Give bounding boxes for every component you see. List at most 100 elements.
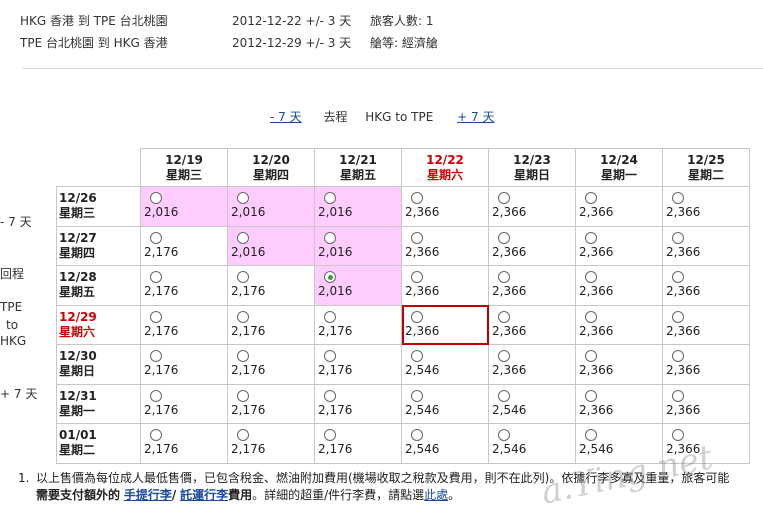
fare-cell[interactable]: 2,366: [575, 304, 663, 345]
fare-cell[interactable]: 2,176: [140, 383, 228, 424]
fare-cell[interactable]: 2,546: [488, 423, 576, 464]
fare-cell[interactable]: 2,176: [140, 304, 228, 345]
fare-radio[interactable]: [237, 231, 249, 244]
fare-radio[interactable]: [672, 192, 684, 204]
fare-cell[interactable]: 2,366: [662, 265, 750, 306]
fare-cell[interactable]: 2,176: [140, 225, 228, 266]
baggage-fee-here-link[interactable]: 此處: [424, 488, 448, 502]
outbound-prev-week-link[interactable]: - 7 天: [270, 110, 302, 124]
fare-radio[interactable]: [324, 350, 336, 362]
fare-cell[interactable]: 2,366: [662, 304, 750, 345]
fare-radio[interactable]: [411, 350, 423, 362]
fare-cell[interactable]: 2,176: [227, 423, 315, 464]
fare-cell[interactable]: 2,176: [140, 265, 228, 306]
fare-radio[interactable]: [324, 310, 336, 323]
fare-cell[interactable]: 2,366: [662, 225, 750, 266]
fare-radio[interactable]: [585, 231, 597, 244]
fare-cell[interactable]: 2,546: [488, 383, 576, 424]
fare-cell[interactable]: 2,016: [140, 186, 228, 227]
fare-cell[interactable]: 2,546: [401, 383, 489, 424]
outbound-next-week-link[interactable]: + 7 天: [457, 110, 494, 124]
fare-radio[interactable]: [324, 429, 336, 441]
fare-cell[interactable]: 2,366: [488, 344, 576, 385]
fare-cell[interactable]: 2,366: [488, 186, 576, 227]
fare-radio[interactable]: [672, 271, 684, 283]
fare-radio[interactable]: [237, 429, 249, 441]
fare-radio[interactable]: [585, 271, 597, 283]
fare-radio[interactable]: [672, 310, 684, 323]
fare-radio[interactable]: [150, 231, 162, 244]
fare-radio[interactable]: [585, 350, 597, 362]
fare-cell[interactable]: 2,366: [575, 344, 663, 385]
fare-cell[interactable]: 2,366: [401, 304, 489, 345]
fare-cell[interactable]: 2,016: [227, 186, 315, 227]
fare-cell[interactable]: 2,176: [314, 304, 402, 345]
fare-cell[interactable]: 2,366: [575, 265, 663, 306]
fare-radio[interactable]: [237, 192, 249, 204]
return-next-week-link[interactable]: + 7 天: [0, 385, 37, 402]
fare-radio[interactable]: [324, 192, 336, 204]
fare-cell[interactable]: 2,366: [401, 265, 489, 306]
fare-radio[interactable]: [498, 429, 510, 441]
fare-cell[interactable]: 2,176: [314, 344, 402, 385]
fare-radio[interactable]: [411, 429, 423, 441]
fare-cell[interactable]: 2,366: [662, 423, 750, 464]
fare-cell[interactable]: 2,366: [575, 383, 663, 424]
fare-cell[interactable]: 2,546: [401, 344, 489, 385]
fare-radio[interactable]: [585, 192, 597, 204]
fare-radio[interactable]: [498, 192, 510, 204]
fare-cell[interactable]: 2,176: [314, 383, 402, 424]
fare-cell[interactable]: 2,546: [401, 423, 489, 464]
fare-radio[interactable]: [498, 310, 510, 323]
fare-cell[interactable]: 2,176: [227, 344, 315, 385]
fare-cell[interactable]: 2,176: [140, 344, 228, 385]
fare-cell[interactable]: 2,366: [575, 225, 663, 266]
fare-cell[interactable]: 2,366: [488, 304, 576, 345]
fare-radio[interactable]: [585, 429, 597, 441]
fare-radio[interactable]: [237, 310, 249, 323]
fare-radio[interactable]: [672, 350, 684, 362]
fare-radio[interactable]: [498, 350, 510, 362]
fare-cell[interactable]: 2,546: [575, 423, 663, 464]
fare-radio[interactable]: [411, 271, 423, 283]
fare-radio[interactable]: [411, 231, 423, 244]
return-prev-week-link[interactable]: - 7 天: [0, 213, 32, 230]
fare-radio[interactable]: [498, 271, 510, 283]
fare-cell[interactable]: 2,366: [401, 225, 489, 266]
fare-radio[interactable]: [150, 389, 162, 402]
fare-radio[interactable]: [150, 429, 162, 441]
fare-radio[interactable]: [324, 271, 336, 283]
fare-radio[interactable]: [324, 231, 336, 244]
fare-cell[interactable]: 2,016: [314, 265, 402, 306]
fare-cell[interactable]: 2,176: [227, 265, 315, 306]
fare-radio[interactable]: [237, 350, 249, 362]
fare-cell[interactable]: 2,366: [488, 265, 576, 306]
fare-radio[interactable]: [150, 310, 162, 323]
fare-radio[interactable]: [324, 389, 336, 402]
fare-radio[interactable]: [411, 192, 423, 204]
fare-cell[interactable]: 2,016: [314, 186, 402, 227]
fare-cell[interactable]: 2,366: [575, 186, 663, 227]
fare-cell[interactable]: 2,176: [227, 383, 315, 424]
checked-baggage-link[interactable]: 託運行李: [180, 488, 228, 502]
fare-radio[interactable]: [585, 310, 597, 323]
carry-on-baggage-link[interactable]: 手提行李: [124, 488, 172, 502]
fare-cell[interactable]: 2,366: [401, 186, 489, 227]
fare-radio[interactable]: [411, 310, 423, 323]
fare-cell[interactable]: 2,016: [227, 225, 315, 266]
fare-radio[interactable]: [672, 389, 684, 402]
fare-radio[interactable]: [585, 389, 597, 402]
fare-cell[interactable]: 2,366: [662, 344, 750, 385]
fare-cell[interactable]: 2,016: [314, 225, 402, 266]
fare-radio[interactable]: [237, 389, 249, 402]
fare-radio[interactable]: [498, 389, 510, 402]
fare-cell[interactable]: 2,176: [314, 423, 402, 464]
fare-cell[interactable]: 2,366: [488, 225, 576, 266]
fare-cell[interactable]: 2,366: [662, 186, 750, 227]
fare-radio[interactable]: [672, 429, 684, 441]
fare-radio[interactable]: [150, 271, 162, 283]
fare-cell[interactable]: 2,176: [227, 304, 315, 345]
fare-radio[interactable]: [672, 231, 684, 244]
fare-radio[interactable]: [237, 271, 249, 283]
fare-radio[interactable]: [498, 231, 510, 244]
